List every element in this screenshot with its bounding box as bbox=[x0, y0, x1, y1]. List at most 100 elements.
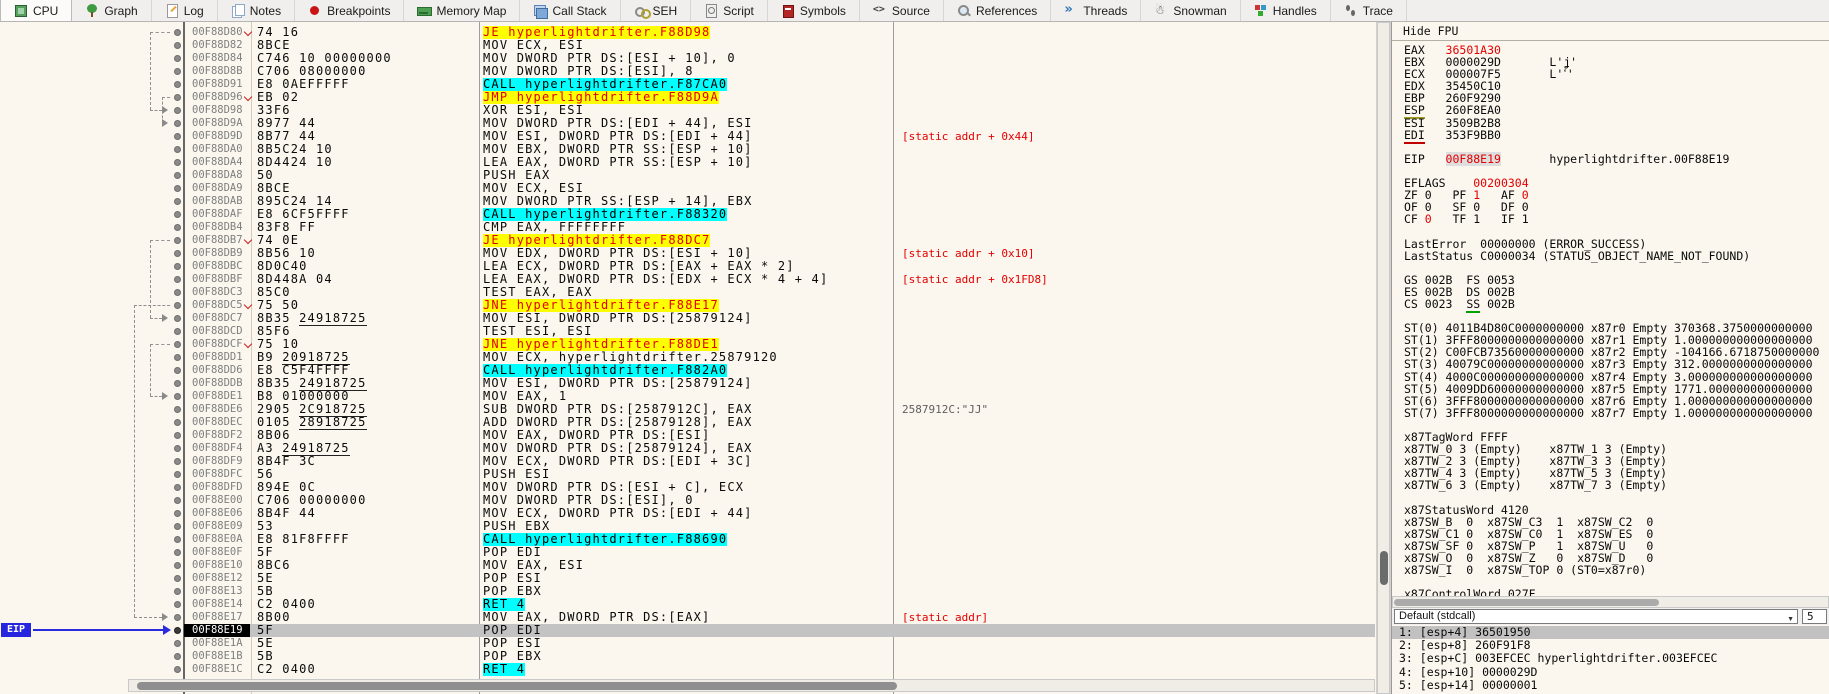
breakpoint-dot[interactable] bbox=[174, 588, 181, 595]
breakpoint-dot[interactable] bbox=[174, 146, 181, 153]
tab-script[interactable]: Script bbox=[691, 0, 768, 21]
argument-count-spinner[interactable]: 5 bbox=[1802, 609, 1827, 624]
disasm-row[interactable]: 00F88E068B4F 44MOV ECX, DWORD PTR DS:[ED… bbox=[0, 507, 1376, 520]
breakpoint-dot[interactable] bbox=[174, 393, 181, 400]
breakpoint-dot[interactable] bbox=[174, 471, 181, 478]
breakpoint-dot[interactable] bbox=[174, 185, 181, 192]
breakpoint-dot[interactable] bbox=[174, 133, 181, 140]
disasm-row[interactable]: 00F88DA48D4424 10LEA EAX, DWORD PTR SS:[… bbox=[0, 156, 1376, 169]
tab-symbols[interactable]: Symbols bbox=[768, 0, 860, 21]
breakpoint-dot[interactable] bbox=[174, 484, 181, 491]
breakpoint-dot[interactable] bbox=[174, 94, 181, 101]
breakpoint-dot[interactable] bbox=[174, 237, 181, 244]
disasm-row[interactable]: 00F88DAFE8 6CF5FFFFCALL hyperlightdrifte… bbox=[0, 208, 1376, 221]
breakpoint-dot[interactable] bbox=[174, 29, 181, 36]
disasm-row[interactable]: 00F88DBF8D448A 04LEA EAX, DWORD PTR DS:[… bbox=[0, 273, 1376, 286]
breakpoint-dot[interactable] bbox=[174, 172, 181, 179]
disasm-row[interactable]: 00F88E178B00MOV EAX, DWORD PTR DS:[EAX][… bbox=[0, 611, 1376, 624]
disasm-row[interactable]: 00F88D8074 16JE hyperlightdrifter.F88D98 bbox=[0, 26, 1376, 39]
breakpoint-dot[interactable] bbox=[174, 627, 181, 634]
stack-argument-row[interactable]: 3: [esp+C] 003EFCEC hyperlightdrifter.00… bbox=[1392, 652, 1829, 665]
disasm-vertical-scrollbar[interactable] bbox=[1377, 22, 1390, 694]
breakpoint-dot[interactable] bbox=[174, 432, 181, 439]
disasm-row[interactable]: 00F88DF98B4F 3CMOV ECX, DWORD PTR DS:[ED… bbox=[0, 455, 1376, 468]
tab-log[interactable]: Log bbox=[152, 0, 218, 21]
breakpoint-dot[interactable] bbox=[174, 601, 181, 608]
disasm-row[interactable]: 00F88E0AE8 81F8FFFFCALL hyperlightdrifte… bbox=[0, 533, 1376, 546]
breakpoint-dot[interactable] bbox=[174, 224, 181, 231]
breakpoint-dot[interactable] bbox=[174, 198, 181, 205]
breakpoint-dot[interactable] bbox=[174, 211, 181, 218]
tab-trace[interactable]: Trace bbox=[1331, 0, 1407, 21]
disasm-row[interactable]: 00F88DDB8B35 24918725MOV ESI, DWORD PTR … bbox=[0, 377, 1376, 390]
disasm-row[interactable]: 00F88DC78B35 24918725MOV ESI, DWORD PTR … bbox=[0, 312, 1376, 325]
calling-convention-dropdown[interactable]: Default (stdcall) ▼ bbox=[1394, 609, 1798, 624]
disasm-row[interactable]: 00F88E125EPOP ESI bbox=[0, 572, 1376, 585]
breakpoint-dot[interactable] bbox=[174, 523, 181, 530]
breakpoint-dot[interactable] bbox=[174, 315, 181, 322]
tab-source[interactable]: Source bbox=[860, 0, 944, 21]
tab-snowman[interactable]: Snowman bbox=[1141, 0, 1240, 21]
breakpoint-dot[interactable] bbox=[174, 367, 181, 374]
breakpoint-dot[interactable] bbox=[174, 107, 181, 114]
disasm-row[interactable]: 00F88DA850PUSH EAX bbox=[0, 169, 1376, 182]
tab-handles[interactable]: Handles bbox=[1241, 0, 1331, 21]
breakpoint-dot[interactable] bbox=[174, 666, 181, 673]
breakpoint-dot[interactable] bbox=[174, 289, 181, 296]
disasm-row[interactable]: 00F88D96EB 02JMP hyperlightdrifter.F88D9… bbox=[0, 91, 1376, 104]
tab-call-stack[interactable]: Call Stack bbox=[520, 0, 620, 21]
breakpoint-dot[interactable] bbox=[174, 380, 181, 387]
disasm-horizontal-scrollbar[interactable] bbox=[128, 679, 1375, 692]
disasm-horizontal-scrollbar-thumb[interactable] bbox=[137, 682, 897, 690]
breakpoint-dot[interactable] bbox=[174, 653, 181, 660]
breakpoint-dot[interactable] bbox=[174, 536, 181, 543]
tab-breakpoints[interactable]: Breakpoints bbox=[295, 0, 404, 21]
breakpoint-dot[interactable] bbox=[174, 250, 181, 257]
registers-horizontal-scrollbar-thumb[interactable] bbox=[1394, 599, 1659, 606]
tab-graph[interactable]: Graph bbox=[72, 0, 151, 21]
address: 00F88E14 bbox=[192, 598, 243, 611]
breakpoint-dot[interactable] bbox=[174, 42, 181, 49]
breakpoint-dot[interactable] bbox=[174, 575, 181, 582]
breakpoint-dot[interactable] bbox=[174, 640, 181, 647]
breakpoint-dot[interactable] bbox=[174, 341, 181, 348]
breakpoint-dot[interactable] bbox=[174, 445, 181, 452]
breakpoint-dot[interactable] bbox=[174, 81, 181, 88]
disasm-row[interactable]: 00F88E0F5FPOP EDI bbox=[0, 546, 1376, 559]
disasm-vertical-scrollbar-thumb[interactable] bbox=[1380, 551, 1388, 585]
registers-horizontal-scrollbar[interactable] bbox=[1392, 596, 1829, 608]
stack-argument-row[interactable]: 5: [esp+14] 00000001 bbox=[1392, 679, 1829, 692]
tab-notes[interactable]: Notes bbox=[218, 0, 295, 21]
breakpoint-dot[interactable] bbox=[174, 406, 181, 413]
disasm-row[interactable]: 00F88E195FPOP EDI bbox=[0, 624, 1376, 637]
cpu-icon bbox=[14, 4, 28, 18]
breakpoint-dot[interactable] bbox=[174, 328, 181, 335]
disasm-row[interactable]: 00F88E1CC2 0400RET 4 bbox=[0, 663, 1376, 676]
disasm-row[interactable]: 00F88E1A5EPOP ESI bbox=[0, 637, 1376, 650]
breakpoint-dot[interactable] bbox=[174, 419, 181, 426]
breakpoint-dot[interactable] bbox=[174, 510, 181, 517]
breakpoint-dot[interactable] bbox=[174, 159, 181, 166]
tab-seh[interactable]: SEH bbox=[621, 0, 692, 21]
disasm-row[interactable]: 00F88E108BC6MOV EAX, ESI bbox=[0, 559, 1376, 572]
breakpoint-dot[interactable] bbox=[174, 302, 181, 309]
tab-threads[interactable]: Threads bbox=[1051, 0, 1141, 21]
breakpoint-dot[interactable] bbox=[174, 55, 181, 62]
disasm-row[interactable]: 00F88E135BPOP EBX bbox=[0, 585, 1376, 598]
breakpoint-dot[interactable] bbox=[174, 497, 181, 504]
tab-references[interactable]: References bbox=[944, 0, 1051, 21]
breakpoint-dot[interactable] bbox=[174, 68, 181, 75]
breakpoint-dot[interactable] bbox=[174, 614, 181, 621]
tab-memory-map[interactable]: Memory Map bbox=[404, 0, 520, 21]
breakpoint-dot[interactable] bbox=[174, 120, 181, 127]
breakpoint-dot[interactable] bbox=[174, 263, 181, 270]
breakpoint-dot[interactable] bbox=[174, 458, 181, 465]
tab-cpu[interactable]: CPU bbox=[0, 0, 72, 21]
breakpoint-dot[interactable] bbox=[174, 562, 181, 569]
hide-fpu-button[interactable]: Hide FPU bbox=[1392, 22, 1829, 41]
stack-argument-row[interactable]: 4: [esp+10] 0000029D bbox=[1392, 666, 1829, 679]
breakpoint-dot[interactable] bbox=[174, 276, 181, 283]
disasm-row[interactable]: 00F88E1B5BPOP EBX bbox=[0, 650, 1376, 663]
breakpoint-dot[interactable] bbox=[174, 549, 181, 556]
breakpoint-dot[interactable] bbox=[174, 354, 181, 361]
